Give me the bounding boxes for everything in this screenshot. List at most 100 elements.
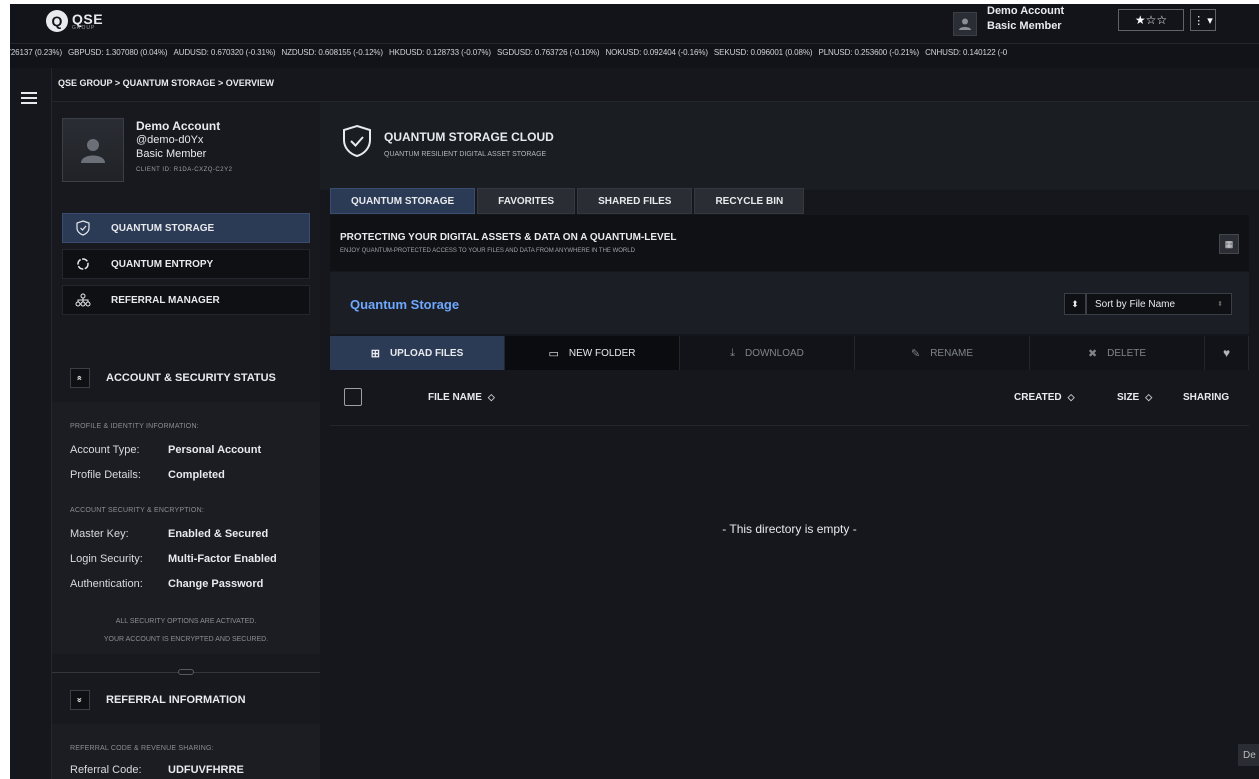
tab-favorites[interactable]: FAVORITES <box>477 188 576 214</box>
sort-icon: ◇ <box>1145 392 1153 402</box>
profile-name: Demo Account <box>136 119 221 133</box>
user-silhouette-icon <box>81 139 105 163</box>
profile-avatar[interactable] <box>62 118 124 182</box>
nav-label: QUANTUM STORAGE <box>111 222 215 234</box>
logo-text: QSE <box>72 10 104 27</box>
tab-quantum-storage[interactable]: QUANTUM STORAGE <box>330 188 476 214</box>
ticker-item: SEKUSD: 0.096001 (0.08%) <box>713 48 813 57</box>
grid-icon: ▦ <box>1224 238 1234 249</box>
profile-identity-label: PROFILE & IDENTITY INFORMATION: <box>70 423 199 430</box>
nav-quantum-storage[interactable]: QUANTUM STORAGE <box>62 213 310 243</box>
col-created[interactable]: CREATED ◇ <box>1014 392 1075 403</box>
left-panel: Demo Account @demo-d0Yx Basic Member CLI… <box>52 102 320 779</box>
ticker-item: NOKUSD: 0.092404 (-0.16%) <box>605 48 708 57</box>
tab-shared-files[interactable]: SHARED FILES <box>577 188 693 214</box>
side-rail <box>10 68 52 779</box>
main-title: QUANTUM STORAGE CLOUD <box>384 130 554 144</box>
logo-mark: Q <box>46 10 68 32</box>
col-file-name[interactable]: FILE NAME ◇ <box>428 392 495 403</box>
ticker-item: GBPUSD: 1.307080 (0.04%) <box>68 48 168 57</box>
referral-code-value[interactable]: UDFUVFHRRE <box>168 764 244 776</box>
security-section-header[interactable]: « ACCOUNT & SECURITY STATUS <box>52 354 320 402</box>
shield-check-icon <box>76 220 90 236</box>
login-security-row: Login Security: Multi-Factor Enabled <box>70 553 277 565</box>
sitemap-icon <box>75 293 91 307</box>
main-header: QUANTUM STORAGE CLOUD QUANTUM RESILIENT … <box>320 102 1259 190</box>
heart-icon: ♥ <box>1222 346 1231 360</box>
divider-knot <box>178 669 194 675</box>
new-folder-button[interactable]: ▭ NEW FOLDER <box>505 336 680 370</box>
sort-select[interactable]: Sort by File Name ⬍ <box>1086 293 1232 315</box>
rating-button[interactable]: ★☆☆ <box>1118 9 1184 31</box>
close-x-icon: ✖ <box>1087 347 1098 360</box>
security-note-2: YOUR ACCOUNT IS ENCRYPTED AND SECURED. <box>103 636 269 643</box>
file-table-header: FILE NAME ◇ CREATED ◇ SIZE ◇ SHARING <box>330 370 1249 426</box>
chevrons-down-icon[interactable]: » <box>70 690 90 710</box>
nav-referral-manager[interactable]: REFERRAL MANAGER <box>62 285 310 315</box>
sort-direction-button[interactable]: ⬍ <box>1064 293 1086 315</box>
edge-tab[interactable]: De <box>1238 744 1259 766</box>
banner-subtitle: ENJOY QUANTUM-PROTECTED ACCESS TO YOUR F… <box>340 248 635 254</box>
info-banner: PROTECTING YOUR DIGITAL ASSETS & DATA ON… <box>330 215 1249 271</box>
referral-section-header[interactable]: » REFERRAL INFORMATION <box>52 676 320 724</box>
profile-details-row: Profile Details: Completed <box>70 469 225 481</box>
currency-ticker: 0.726137 (0.23%) GBPUSD: 1.307080 (0.04%)… <box>10 48 1259 64</box>
top-bar: Q QSE GROUP Demo Account Basic Member ★☆… <box>10 4 1259 44</box>
topbar-user-level: Basic Member <box>987 20 1062 32</box>
nav-quantum-entropy[interactable]: QUANTUM ENTROPY <box>62 249 310 279</box>
select-caret-icon: ⬍ <box>1217 301 1223 308</box>
main-subtitle: QUANTUM RESILIENT DIGITAL ASSET STORAGE <box>384 151 547 158</box>
rename-button[interactable]: ✎ RENAME <box>855 336 1030 370</box>
breadcrumb[interactable]: QSE GROUP > QUANTUM STORAGE > OVERVIEW <box>52 68 1259 102</box>
profile-info: Demo Account @demo-d0Yx Basic Member CLI… <box>136 119 232 177</box>
tab-recycle-bin[interactable]: RECYCLE BIN <box>694 188 805 214</box>
change-password-link[interactable]: Change Password <box>168 578 263 590</box>
referral-section-body: REFERRAL CODE & REVENUE SHARING: Referra… <box>52 724 320 779</box>
entropy-icon <box>77 258 89 270</box>
empty-directory-message: - This directory is empty - <box>722 522 857 536</box>
options-menu-button[interactable]: ⋮ ▾ <box>1190 9 1216 31</box>
chevrons-up-icon[interactable]: « <box>70 368 90 388</box>
storage-header: Quantum Storage ⬍ Sort by File Name ⬍ <box>330 272 1249 334</box>
app-frame: Q QSE GROUP Demo Account Basic Member ★☆… <box>10 4 1259 779</box>
profile-level: Basic Member <box>136 148 207 160</box>
select-all-checkbox[interactable] <box>344 388 362 406</box>
edit-icon: ✎ <box>910 347 921 360</box>
nav-label: REFERRAL MANAGER <box>111 294 220 306</box>
security-note-1: ALL SECURITY OPTIONS ARE ACTIVATED. <box>115 618 257 625</box>
user-icon <box>959 18 971 30</box>
account-type-row: Account Type: Personal Account <box>70 444 262 456</box>
upload-files-button[interactable]: ⊞ UPLOAD FILES <box>330 336 505 370</box>
col-size[interactable]: SIZE ◇ <box>1117 392 1152 403</box>
sort-arrows-icon: ⬍ <box>1071 298 1079 309</box>
delete-button[interactable]: ✖ DELETE <box>1030 336 1205 370</box>
topbar-user-info[interactable]: Demo Account Basic Member <box>987 5 1064 33</box>
hamburger-menu-icon[interactable] <box>21 92 37 107</box>
ticker-item: HKDUSD: 0.128733 (-0.07%) <box>389 48 491 57</box>
topbar-user-name: Demo Account <box>987 5 1065 17</box>
profile-handle: @demo-d0Yx <box>136 134 204 146</box>
ticker-item: CNHUSD: 0.140122 (-0 <box>925 48 1008 57</box>
ticker-item: SGDUSD: 0.763726 (-0.10%) <box>497 48 600 57</box>
qse-logo[interactable]: Q QSE GROUP <box>46 10 103 32</box>
ticker-item: PLNUSD: 0.253600 (-0.21%) <box>818 48 920 57</box>
master-key-row: Master Key: Enabled & Secured <box>70 528 269 540</box>
plus-square-icon: ⊞ <box>370 347 380 360</box>
sort-icon: ◇ <box>1067 392 1075 402</box>
client-id: CLIENT ID: R1DA-CXZQ-C2Y2 <box>136 167 233 173</box>
storage-title: Quantum Storage <box>350 297 460 312</box>
favorite-button[interactable]: ♥ <box>1205 336 1249 370</box>
user-avatar[interactable] <box>953 12 977 36</box>
shield-check-icon <box>343 124 371 158</box>
sort-icon: ◇ <box>487 392 495 402</box>
ticker-item: AUDUSD: 0.670320 (-0.31%) <box>173 48 276 57</box>
ticker-item: NZDUSD: 0.608155 (-0.12%) <box>281 48 383 57</box>
col-sharing[interactable]: SHARING <box>1183 392 1229 403</box>
nav-label: QUANTUM ENTROPY <box>111 258 214 270</box>
file-action-bar: ⊞ UPLOAD FILES ▭ NEW FOLDER ⤓ DOWNLOAD ✎… <box>330 336 1249 370</box>
grid-view-button[interactable]: ▦ <box>1219 234 1239 254</box>
security-section-title: ACCOUNT & SECURITY STATUS <box>106 372 276 384</box>
banner-title: PROTECTING YOUR DIGITAL ASSETS & DATA ON… <box>340 232 677 243</box>
referral-code-row: Referral Code: UDFUVFHRRE <box>70 764 244 776</box>
download-button[interactable]: ⤓ DOWNLOAD <box>680 336 855 370</box>
